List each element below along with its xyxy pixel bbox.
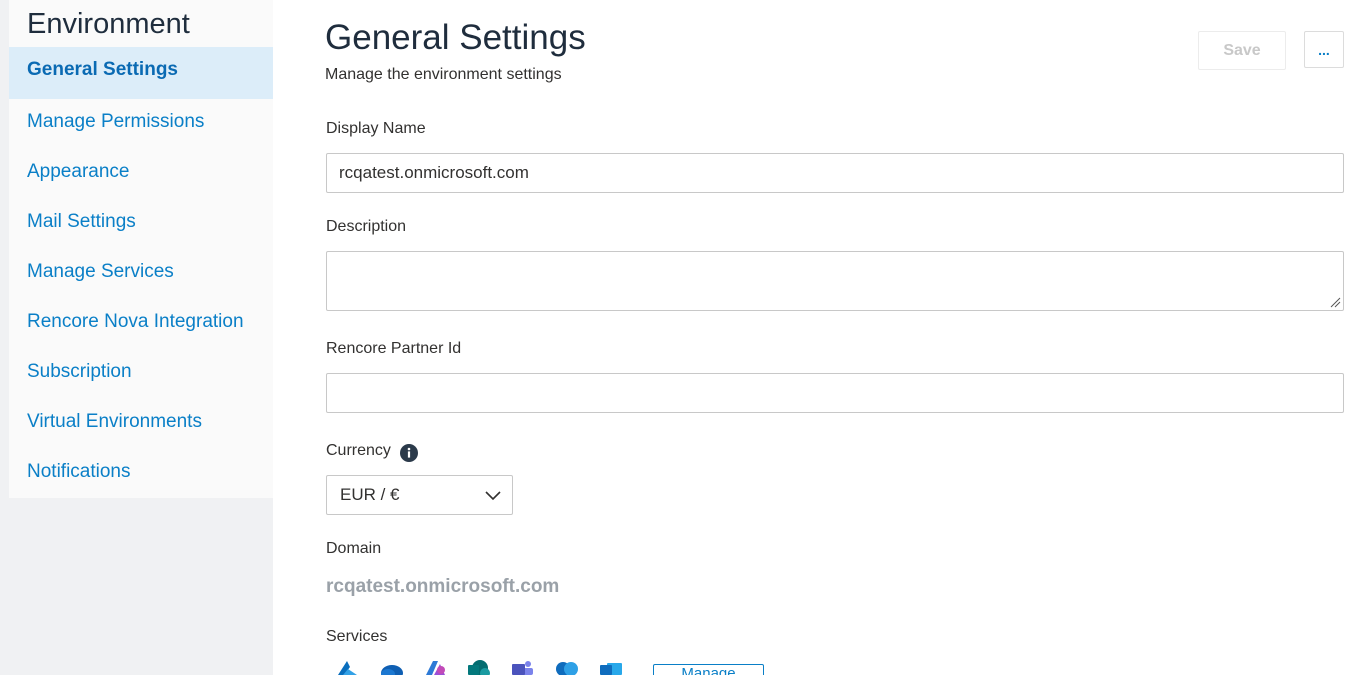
currency-label: Currency xyxy=(326,442,391,459)
outlook-icon xyxy=(600,663,622,675)
sidebar-item-rencore-nova-integration[interactable]: Rencore Nova Integration xyxy=(9,297,273,347)
copilot-icon xyxy=(556,662,578,675)
chevron-down-icon xyxy=(485,491,501,501)
display-name-label: Display Name xyxy=(326,120,426,137)
more-options-button[interactable]: ... xyxy=(1304,31,1344,68)
sidebar-item-manage-services[interactable]: Manage Services xyxy=(9,247,273,297)
sidebar-item-manage-permissions[interactable]: Manage Permissions xyxy=(9,97,273,147)
resize-grip-icon[interactable] xyxy=(1330,297,1341,308)
description-label: Description xyxy=(326,218,407,235)
sidebar-item-notifications[interactable]: Notifications xyxy=(9,447,273,497)
currency-select-value: EUR / € xyxy=(340,485,400,504)
sidebar-title: Environment xyxy=(27,8,190,40)
partner-id-input[interactable] xyxy=(326,373,1344,413)
description-textarea[interactable] xyxy=(326,251,1344,311)
sidebar-item-virtual-environments[interactable]: Virtual Environments xyxy=(9,397,273,447)
manage-services-button[interactable]: Manage xyxy=(653,664,764,675)
save-button[interactable]: Save xyxy=(1198,31,1286,70)
teams-icon xyxy=(512,661,533,675)
domain-label: Domain xyxy=(326,540,382,557)
sidebar-item-subscription[interactable]: Subscription xyxy=(9,347,273,397)
azure-icon xyxy=(338,661,357,675)
power-platform-icon xyxy=(426,661,445,675)
sidebar-item-mail-settings[interactable]: Mail Settings xyxy=(9,197,273,247)
page-subtitle: Manage the environment settings xyxy=(325,66,562,83)
onedrive-icon xyxy=(381,665,403,675)
sidebar-item-general-settings[interactable]: General Settings xyxy=(9,47,273,99)
domain-value: rcqatest.onmicrosoft.com xyxy=(326,576,560,597)
services-label: Services xyxy=(326,628,388,645)
sidebar-item-appearance[interactable]: Appearance xyxy=(9,147,273,197)
info-icon[interactable] xyxy=(400,444,418,462)
currency-select[interactable]: EUR / € xyxy=(326,475,513,515)
app-root: Environment General Settings Manage Perm… xyxy=(0,0,1372,675)
partner-id-label: Rencore Partner Id xyxy=(326,340,462,357)
display-name-input[interactable] xyxy=(326,153,1344,193)
sharepoint-icon xyxy=(468,660,490,675)
page-title: General Settings xyxy=(325,18,586,57)
